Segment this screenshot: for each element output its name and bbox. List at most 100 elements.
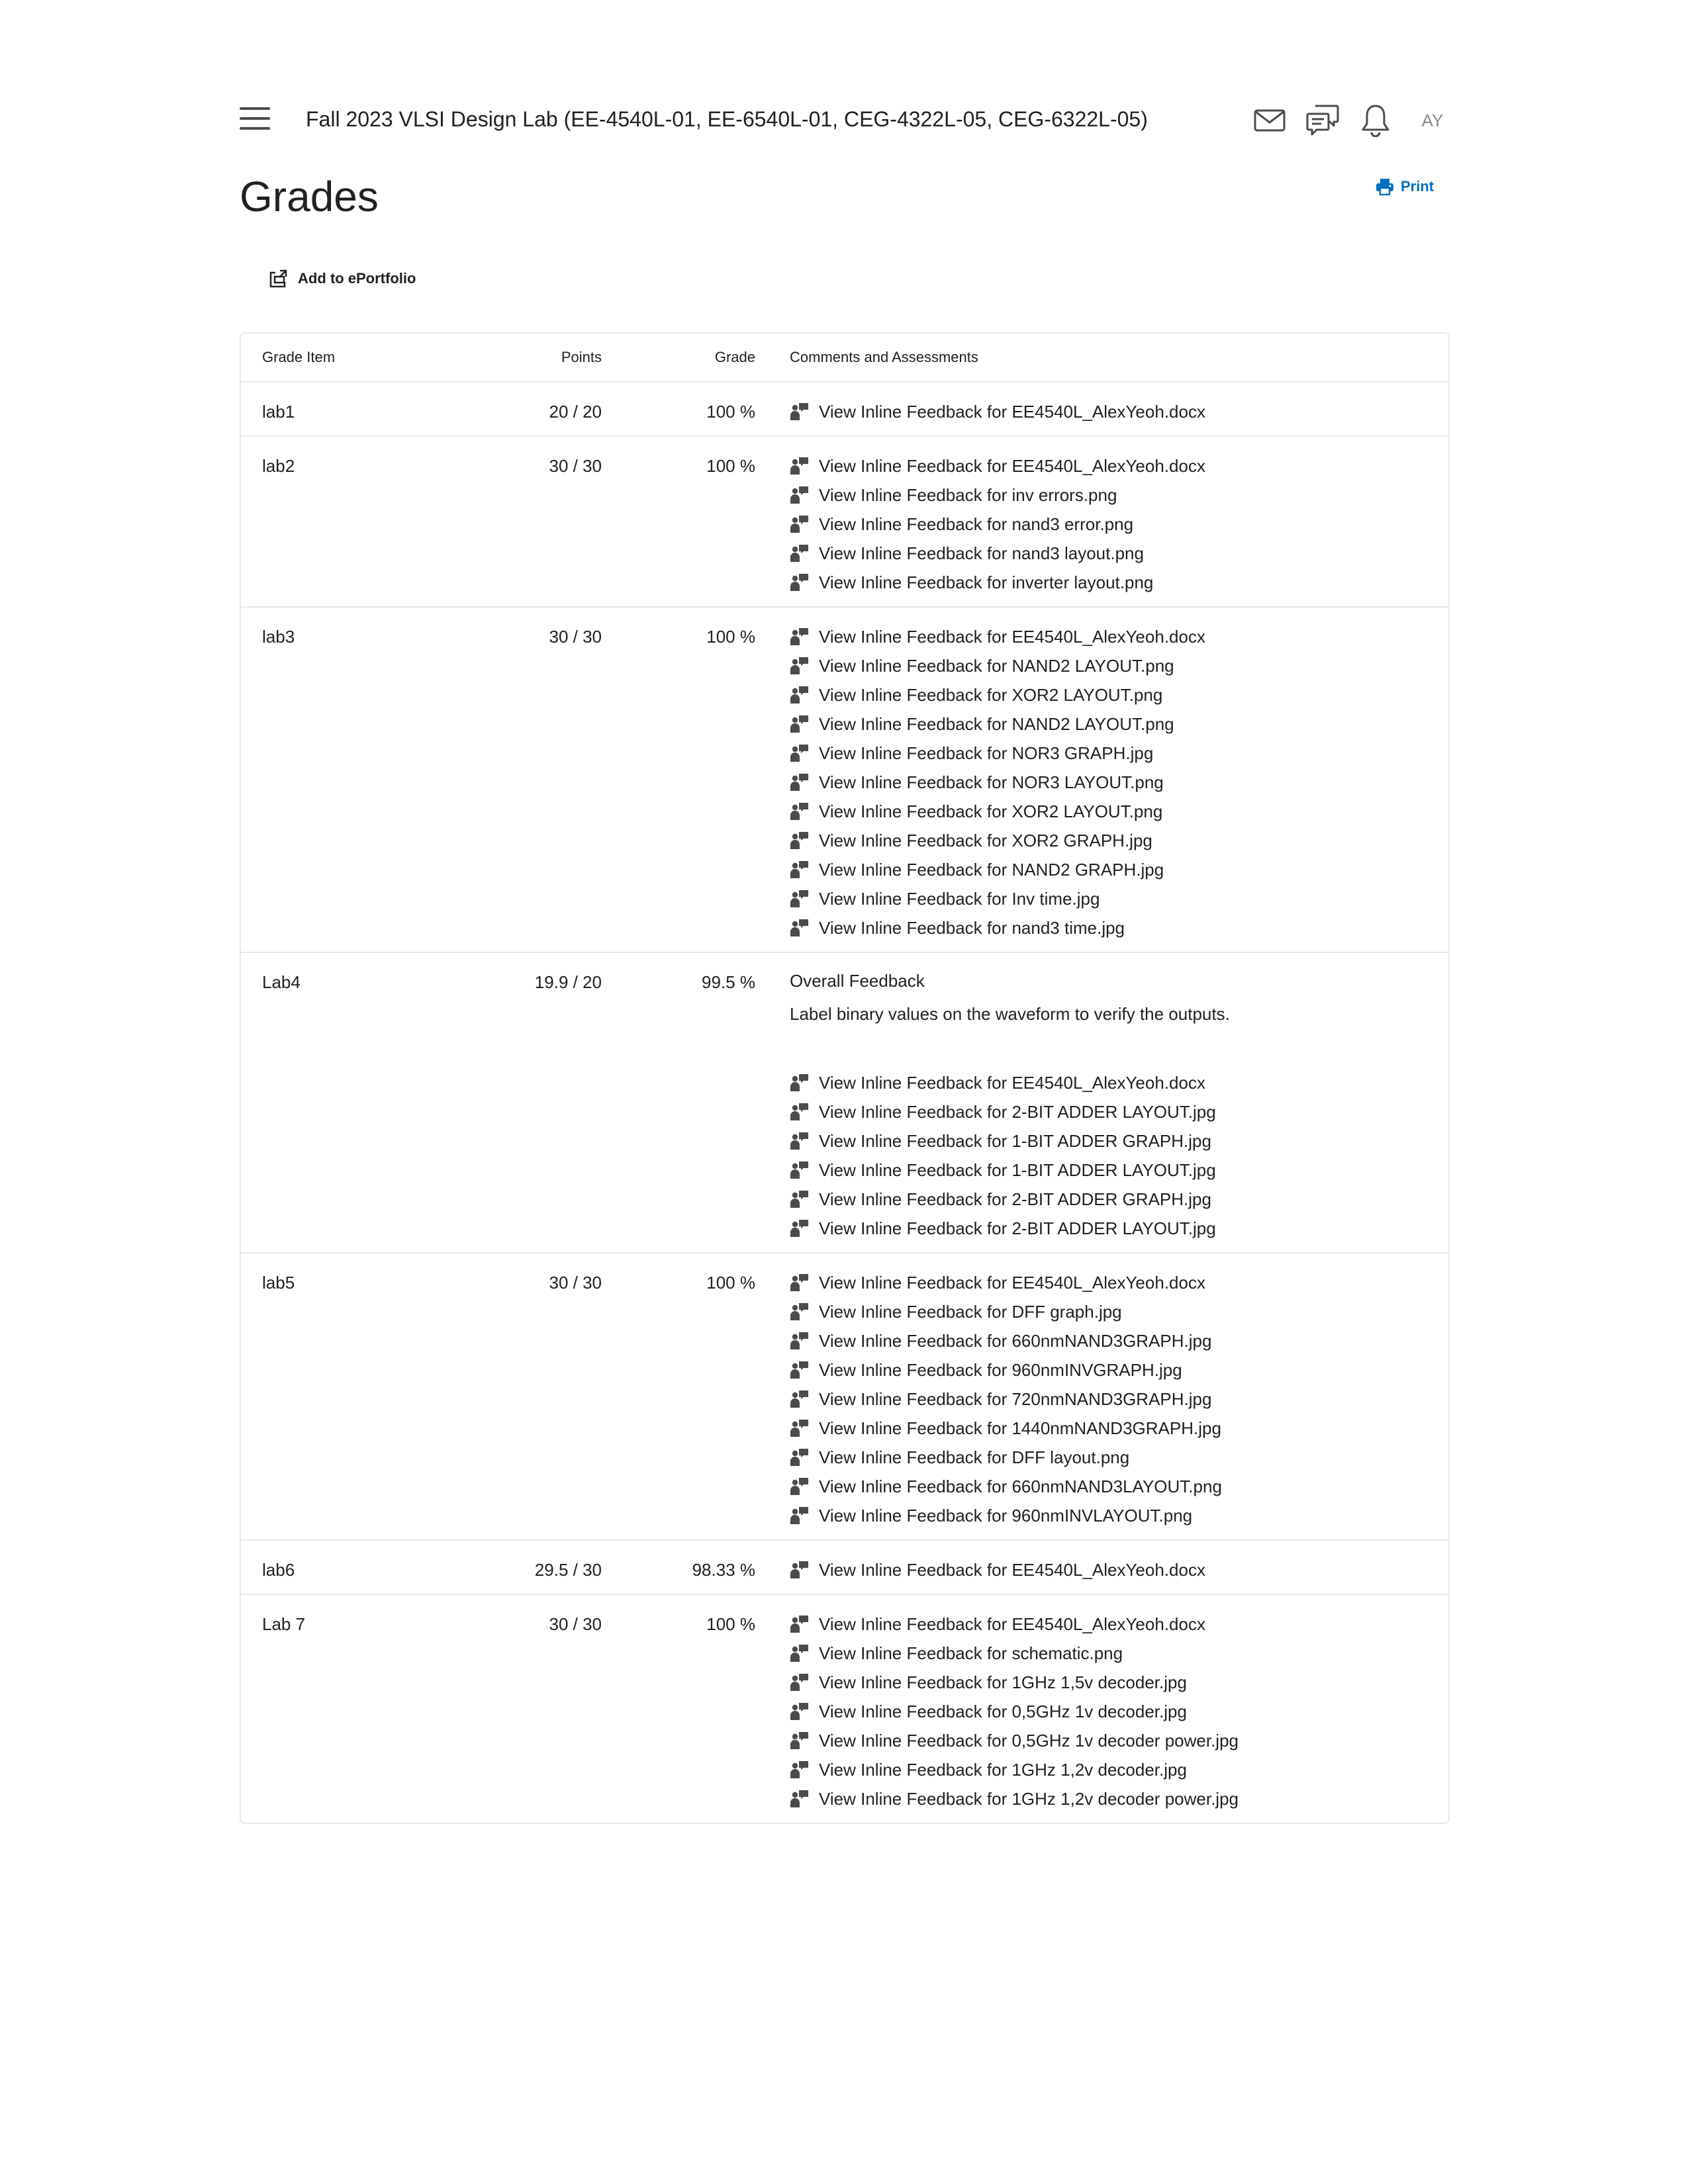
inline-feedback-link[interactable]: View Inline Feedback for 2-BIT ADDER LAY… [790, 1097, 1448, 1126]
menu-icon[interactable] [240, 106, 270, 132]
inline-feedback-label: View Inline Feedback for 660nmNAND3GRAPH… [819, 1330, 1212, 1351]
inline-feedback-label: View Inline Feedback for 1GHz 1,2v decod… [819, 1759, 1187, 1780]
inline-feedback-label: View Inline Feedback for NAND2 LAYOUT.pn… [819, 713, 1174, 734]
inline-feedback-link[interactable]: View Inline Feedback for NAND2 GRAPH.jpg [790, 855, 1448, 884]
inline-feedback-link[interactable]: View Inline Feedback for 660nmNAND3GRAPH… [790, 1326, 1448, 1355]
inline-feedback-link[interactable]: View Inline Feedback for EE4540L_AlexYeo… [790, 1555, 1448, 1584]
inline-feedback-label: View Inline Feedback for nand3 layout.pn… [819, 543, 1144, 563]
inline-feedback-link[interactable]: View Inline Feedback for EE4540L_AlexYeo… [790, 1268, 1448, 1297]
inline-feedback-link[interactable]: View Inline Feedback for 2-BIT ADDER LAY… [790, 1214, 1448, 1243]
inline-feedback-link[interactable]: View Inline Feedback for EE4540L_AlexYeo… [790, 622, 1448, 651]
bell-icon[interactable] [1357, 102, 1394, 139]
inline-feedback-label: View Inline Feedback for 1GHz 1,5v decod… [819, 1672, 1187, 1692]
inline-feedback-link[interactable]: View Inline Feedback for 1440nmNAND3GRAP… [790, 1414, 1448, 1443]
feedback-user-icon [790, 1506, 810, 1525]
header-grade: Grade [602, 334, 755, 383]
inline-feedback-link[interactable]: View Inline Feedback for 960nmINVGRAPH.j… [790, 1355, 1448, 1385]
grade-item-name: lab5 [241, 1253, 434, 1541]
header-grade-item: Grade Item [241, 334, 434, 383]
inline-feedback-link[interactable]: View Inline Feedback for 960nmINVLAYOUT.… [790, 1501, 1448, 1530]
feedback-user-icon [790, 514, 810, 534]
inline-feedback-link[interactable]: View Inline Feedback for Inv time.jpg [790, 884, 1448, 913]
inline-feedback-link[interactable]: View Inline Feedback for EE4540L_AlexYeo… [790, 451, 1448, 480]
inline-feedback-link[interactable]: View Inline Feedback for NOR3 LAYOUT.png [790, 768, 1448, 797]
feedback-user-icon [790, 1273, 810, 1293]
inline-feedback-link[interactable]: View Inline Feedback for inverter layout… [790, 568, 1448, 597]
inline-feedback-link[interactable]: View Inline Feedback for nand3 error.png [790, 510, 1448, 539]
inline-feedback-link[interactable]: View Inline Feedback for EE4540L_AlexYeo… [790, 1610, 1448, 1639]
inline-feedback-label: View Inline Feedback for EE4540L_AlexYeo… [819, 626, 1205, 647]
inline-feedback-link[interactable]: View Inline Feedback for 660nmNAND3LAYOU… [790, 1472, 1448, 1501]
inline-feedback-link[interactable]: View Inline Feedback for NAND2 LAYOUT.pn… [790, 709, 1448, 739]
feedback-user-icon [790, 1331, 810, 1351]
comments-cell: Overall Feedback Label binary values on t… [755, 953, 1448, 1253]
feedback-user-icon [790, 743, 810, 763]
header-comments: Comments and Assessments [755, 334, 1448, 383]
inline-feedback-label: View Inline Feedback for 960nmINVGRAPH.j… [819, 1359, 1182, 1380]
inline-feedback-link[interactable]: View Inline Feedback for 1-BIT ADDER LAY… [790, 1156, 1448, 1185]
inline-feedback-label: View Inline Feedback for EE4540L_AlexYeo… [819, 401, 1205, 422]
grade-item-name: lab6 [241, 1541, 434, 1595]
feedback-user-icon [790, 918, 810, 938]
printer-icon [1376, 179, 1393, 196]
inline-feedback-link[interactable]: View Inline Feedback for 1GHz 1,5v decod… [790, 1668, 1448, 1697]
table-row: lab5 30 / 30 100 % View Inline Feedback for… [241, 1253, 1448, 1541]
inline-feedback-link[interactable]: View Inline Feedback for XOR2 LAYOUT.png [790, 797, 1448, 826]
feedback-user-icon [790, 656, 810, 676]
inline-feedback-link[interactable]: View Inline Feedback for nand3 time.jpg [790, 913, 1448, 942]
inline-feedback-link[interactable]: View Inline Feedback for 1-BIT ADDER GRA… [790, 1126, 1448, 1156]
table-header-row: Grade Item Points Grade Comments and Ass… [241, 334, 1448, 383]
overall-feedback-heading: Overall Feedback [790, 971, 925, 991]
feedback-user-icon [790, 402, 810, 422]
inline-feedback-label: View Inline Feedback for 960nmINVLAYOUT.… [819, 1505, 1193, 1525]
inline-feedback-link[interactable]: View Inline Feedback for XOR2 GRAPH.jpg [790, 826, 1448, 855]
mail-icon[interactable] [1251, 102, 1288, 139]
inline-feedback-link[interactable]: View Inline Feedback for nand3 layout.pn… [790, 539, 1448, 568]
inline-feedback-label: View Inline Feedback for 2-BIT ADDER GRA… [819, 1189, 1211, 1209]
inline-feedback-label: View Inline Feedback for NOR3 GRAPH.jpg [819, 743, 1154, 763]
inline-feedback-link[interactable]: View Inline Feedback for NOR3 GRAPH.jpg [790, 739, 1448, 768]
table-row: lab3 30 / 30 100 % View Inline Feedback for… [241, 608, 1448, 953]
table-row: Lab4 19.9 / 20 99.5 % Overall Feedback Label… [241, 953, 1448, 1253]
inline-feedback-list: View Inline Feedback for EE4540L_AlexYeo… [790, 622, 1448, 942]
print-label: Print [1401, 178, 1434, 195]
feedback-user-icon [790, 1360, 810, 1380]
inline-feedback-label: View Inline Feedback for 1440nmNAND3GRAP… [819, 1418, 1221, 1438]
feedback-user-icon [790, 831, 810, 850]
inline-feedback-label: View Inline Feedback for 1GHz 1,2v decod… [819, 1788, 1239, 1809]
inline-feedback-link[interactable]: View Inline Feedback for inv errors.png [790, 480, 1448, 510]
inline-feedback-link[interactable]: View Inline Feedback for DFF layout.png [790, 1443, 1448, 1472]
feedback-user-icon [790, 543, 810, 563]
feedback-user-icon [790, 860, 810, 880]
print-button[interactable]: Print [1376, 177, 1434, 196]
feedback-user-icon [790, 1160, 810, 1180]
grade-rows: lab1 20 / 20 100 % View Inline Feedback for… [241, 383, 1448, 1823]
inline-feedback-link[interactable]: View Inline Feedback for 1GHz 1,2v decod… [790, 1755, 1448, 1784]
avatar[interactable]: AY [1414, 102, 1451, 139]
inline-feedback-link[interactable]: View Inline Feedback for 0,5GHz 1v decod… [790, 1697, 1448, 1726]
inline-feedback-label: View Inline Feedback for nand3 error.png [819, 514, 1134, 534]
inline-feedback-link[interactable]: View Inline Feedback for EE4540L_AlexYeo… [790, 397, 1448, 426]
course-title[interactable]: Fall 2023 VLSI Design Lab (EE-4540L-01, … [306, 103, 1148, 135]
grade-percent: 100 % [602, 608, 755, 953]
inline-feedback-label: View Inline Feedback for NAND2 GRAPH.jpg [819, 859, 1164, 880]
inline-feedback-label: View Inline Feedback for 0,5GHz 1v decod… [819, 1730, 1239, 1751]
inline-feedback-link[interactable]: View Inline Feedback for DFF graph.jpg [790, 1297, 1448, 1326]
inline-feedback-link[interactable]: View Inline Feedback for schematic.png [790, 1639, 1448, 1668]
add-to-eportfolio-button[interactable]: Add to ePortfolio [269, 269, 416, 289]
inline-feedback-link[interactable]: View Inline Feedback for 720nmNAND3GRAPH… [790, 1385, 1448, 1414]
inline-feedback-list: View Inline Feedback for EE4540L_AlexYeo… [790, 397, 1448, 426]
chat-icon[interactable] [1304, 102, 1341, 139]
feedback-user-icon [790, 1302, 810, 1322]
table-row: lab1 20 / 20 100 % View Inline Feedback for… [241, 383, 1448, 437]
inline-feedback-link[interactable]: View Inline Feedback for 2-BIT ADDER GRA… [790, 1185, 1448, 1214]
inline-feedback-link[interactable]: View Inline Feedback for NAND2 LAYOUT.pn… [790, 651, 1448, 680]
inline-feedback-link[interactable]: View Inline Feedback for XOR2 LAYOUT.png [790, 680, 1448, 709]
top-icon-group: AY [1235, 99, 1451, 142]
feedback-user-icon [790, 485, 810, 505]
inline-feedback-link[interactable]: View Inline Feedback for EE4540L_AlexYeo… [790, 1068, 1448, 1097]
top-navbar: Fall 2023 VLSI Design Lab (EE-4540L-01, … [240, 99, 1451, 142]
inline-feedback-link[interactable]: View Inline Feedback for 1GHz 1,2v decod… [790, 1784, 1448, 1813]
feedback-user-icon [790, 1672, 810, 1692]
inline-feedback-link[interactable]: View Inline Feedback for 0,5GHz 1v decod… [790, 1726, 1448, 1755]
